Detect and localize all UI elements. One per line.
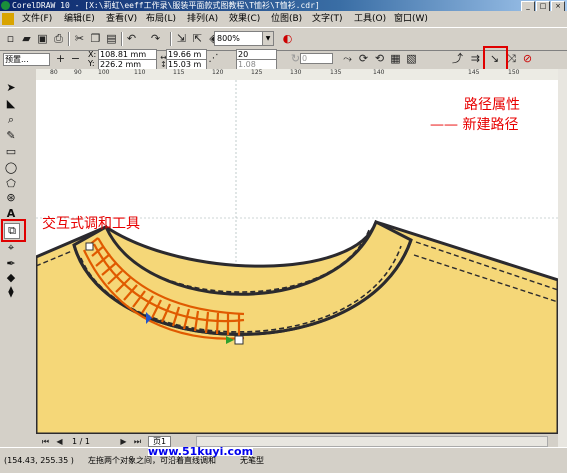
cut-icon[interactable]: ✂ — [72, 31, 87, 46]
ruler-tick: 115 — [173, 69, 185, 76]
toolbox: ➤ ◣ ⌕ ✎ ▭ ◯ ⬠ ⊛ A ⧉ ⌖ ✒ ◆ ⧫ — [0, 69, 36, 447]
export-icon[interactable]: ⇱ — [190, 31, 205, 46]
menu-effects[interactable]: 效果(C) — [229, 12, 260, 26]
new-document-icon[interactable]: ▫ — [3, 31, 18, 46]
counterclockwise-blend-icon[interactable]: ⟲ — [372, 51, 387, 66]
misc-blend-options-icon[interactable]: ⇉ — [468, 51, 483, 66]
blend-start-handle — [85, 242, 94, 251]
ruler-tick: 80 — [50, 69, 58, 76]
menu-bitmaps[interactable]: 位图(B) — [271, 12, 302, 26]
outline-tool-icon[interactable]: ✒ — [4, 257, 18, 271]
blend-end-handle — [234, 335, 244, 345]
menu-layout[interactable]: 布局(L) — [146, 12, 176, 26]
ruler-tick: 125 — [251, 69, 263, 76]
polygon-tool-icon[interactable]: ⬠ — [4, 177, 18, 191]
vertical-scrollbar[interactable] — [558, 69, 567, 447]
remove-preset-icon[interactable]: − — [68, 51, 83, 66]
color-acceleration-icon[interactable]: ▧ — [404, 51, 419, 66]
corel-online-icon[interactable]: ◐ — [280, 31, 295, 46]
add-preset-icon[interactable]: + — [53, 51, 68, 66]
ruler-tick: 140 — [373, 69, 385, 76]
freehand-tool-icon[interactable]: ✎ — [4, 129, 18, 143]
menu-tools[interactable]: 工具(O) — [354, 12, 386, 26]
rectangle-tool-icon[interactable]: ▭ — [4, 145, 18, 159]
blend-direction-field[interactable]: 0 — [300, 53, 333, 64]
eyedropper-tool-icon[interactable]: ⌖ — [4, 241, 18, 255]
standard-toolbar: ▫ ▰ ▣ ⎙ ✂ ❐ ▤ ↶ ↷ ⇲ ⇱ ◈ 800%▼ ◐ — [0, 27, 567, 51]
outline-status: 无笔型 — [240, 456, 264, 465]
property-bar: 预置... + − X: 108.81 mm Y: 226.2 mm ↔ 19.… — [0, 49, 567, 70]
start-end-properties-icon[interactable]: ⤴ — [450, 51, 465, 66]
page-counter: 1 / 1 — [72, 437, 90, 446]
watermark: www.51kuyi.com — [148, 445, 254, 458]
ruler-tick: 145 — [468, 69, 480, 76]
open-folder-icon[interactable]: ▰ — [19, 31, 34, 46]
redo-icon[interactable]: ↷ — [148, 31, 163, 46]
object-acceleration-icon[interactable]: ▦ — [388, 51, 403, 66]
menu-window[interactable]: 窗口(W) — [394, 12, 428, 26]
ruler-tick: 150 — [508, 69, 520, 76]
drawing-canvas[interactable]: 路径属性 —— 新建路径 交互式调和工具 — [36, 80, 558, 434]
title-bar: CorelDRAW 10 - [X:\莉虹\eeff工作录\服装平面款式图教程\… — [0, 0, 567, 12]
menu-view[interactable]: 查看(V) — [106, 12, 137, 26]
blend-steps-icon: ⋰ — [208, 53, 219, 64]
direct-blend-icon[interactable]: ⤳ — [340, 51, 355, 66]
menu-file[interactable]: 文件(F) — [22, 12, 52, 26]
menu-arrange[interactable]: 排列(A) — [187, 12, 218, 26]
menu-edit[interactable]: 编辑(E) — [64, 12, 95, 26]
copy-icon[interactable]: ❐ — [88, 31, 103, 46]
interactive-fill-tool-icon[interactable]: ⧫ — [4, 285, 18, 299]
import-icon[interactable]: ⇲ — [174, 31, 189, 46]
ellipse-tool-icon[interactable]: ◯ — [4, 161, 18, 175]
blend-tool-annotation: 交互式调和工具 — [42, 216, 140, 232]
preset-select[interactable]: 预置... — [3, 53, 50, 66]
zoom-tool-icon[interactable]: ⌕ — [4, 113, 18, 127]
pick-tool-icon[interactable]: ➤ — [4, 81, 18, 95]
ruler-tick: 90 — [74, 69, 82, 76]
shape-tool-icon[interactable]: ◣ — [4, 97, 18, 111]
fill-tool-icon[interactable]: ◆ — [4, 271, 18, 285]
save-icon[interactable]: ▣ — [35, 31, 50, 46]
undo-icon[interactable]: ↶ — [124, 31, 139, 46]
menu-bar: 文件(F) 编辑(E) 查看(V) 布局(L) 排列(A) 效果(C) 位图(B… — [0, 11, 567, 27]
ruler-tick: 100 — [98, 69, 110, 76]
new-path-annotation: —— 新建路径 — [430, 117, 519, 133]
window-title: CorelDRAW 10 - [X:\莉虹\eeff工作录\服装平面款式图教程\… — [12, 1, 320, 10]
ruler-tick: 135 — [330, 69, 342, 76]
status-bar: (154.43, 255.35 ) 左拖两个对象之间，可沿着直线调和 www.5… — [0, 445, 567, 473]
page-navigation-bar: ⏮ ◀ 1 / 1 ▶ ⏭ 页1 — [36, 434, 558, 447]
cursor-coordinates: (154.43, 255.35 ) — [4, 456, 74, 465]
paste-icon[interactable]: ▤ — [104, 31, 119, 46]
basic-shapes-tool-icon[interactable]: ⊛ — [4, 191, 18, 205]
ruler-tick: 110 — [134, 69, 146, 76]
blend-tool-highlight — [1, 219, 26, 242]
clockwise-blend-icon[interactable]: ⟳ — [356, 51, 371, 66]
document-icon[interactable] — [2, 13, 14, 25]
zoom-select[interactable]: 800% ▼ — [214, 31, 274, 46]
ruler-tick: 130 — [290, 69, 302, 76]
y-label: Y: — [88, 59, 95, 68]
clear-blend-icon[interactable]: ⊘ — [520, 51, 535, 66]
x-label: X: — [88, 50, 97, 59]
menu-text[interactable]: 文字(T) — [312, 12, 343, 26]
coreldraw-app-icon — [1, 1, 10, 10]
ruler-tick: 120 — [212, 69, 224, 76]
path-properties-annotation: 路径属性 — [464, 97, 520, 113]
print-icon[interactable]: ⎙ — [51, 31, 66, 46]
